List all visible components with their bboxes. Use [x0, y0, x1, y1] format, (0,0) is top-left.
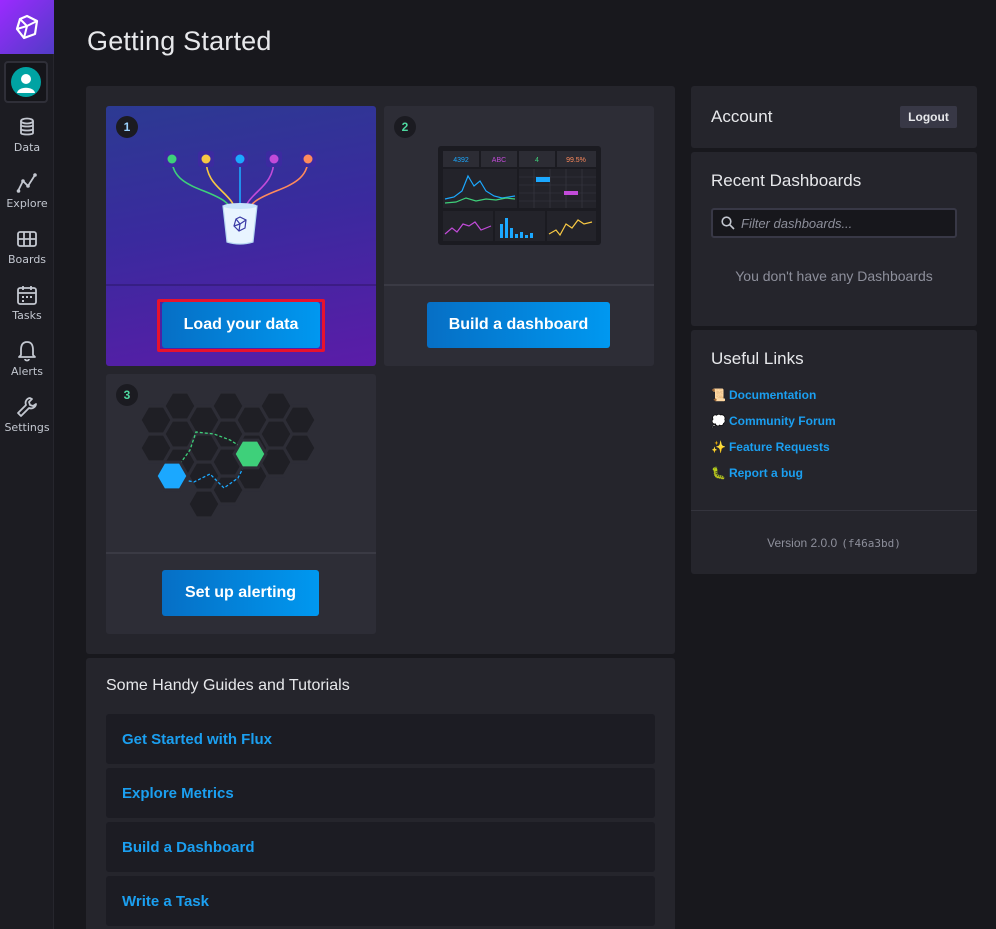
load-data-card: 1 Load your data: [106, 106, 376, 366]
avatar: [11, 67, 41, 97]
nav-label-tasks: Tasks: [12, 309, 42, 322]
nav-label-boards: Boards: [7, 253, 47, 266]
step-number-badge: 1: [116, 116, 138, 138]
preview-stat-3: 4: [535, 157, 539, 164]
nav-label-alerts: Alerts: [11, 365, 43, 378]
hexagon-cell: [282, 404, 318, 436]
bug-icon: 🐛: [711, 466, 726, 480]
calendar-icon: [17, 286, 37, 305]
page-title: Getting Started: [87, 26, 272, 56]
scroll-icon: 📜: [711, 388, 726, 402]
hexagon-cell: [282, 432, 318, 464]
nav-item-data[interactable]: Data: [0, 107, 54, 163]
sparkles-icon: ✨: [711, 440, 726, 454]
link-label: Feature Requests: [728, 440, 830, 454]
hexagon-cell: [232, 438, 268, 470]
preview-stat-4: 99.5%: [566, 157, 586, 164]
filter-dashboards-field[interactable]: [711, 208, 957, 238]
logout-button[interactable]: Logout: [900, 106, 957, 128]
nav-label-explore: Explore: [6, 197, 48, 210]
setup-alerting-card: 3 Set up alerting: [106, 374, 376, 634]
link-label: Documentation: [728, 388, 817, 402]
link-label: Community Forum: [728, 414, 836, 428]
documentation-link[interactable]: 📜 Documentation: [711, 386, 816, 404]
getting-started-panel: 1 Load your data 4392 ABC 4 99.5% 2 Buil…: [86, 86, 675, 654]
community-forum-link[interactable]: 💭 Community Forum: [711, 412, 836, 430]
guide-link-explore-metrics[interactable]: Explore Metrics: [106, 768, 655, 818]
guide-link-flux[interactable]: Get Started with Flux: [106, 714, 655, 764]
step-number-badge: 3: [116, 384, 138, 406]
recent-dashboards-panel: Recent Dashboards You don't have any Das…: [691, 152, 977, 326]
useful-links-panel: Useful Links 📜 Documentation 💭 Community…: [691, 330, 977, 574]
database-icon: [20, 117, 34, 136]
dashboard-preview-illustration: 4392 ABC 4 99.5%: [438, 146, 601, 245]
card-divider: [384, 284, 654, 286]
card-divider: [106, 552, 376, 554]
link-label: Report a bug: [728, 466, 803, 480]
graph-icon: [16, 173, 37, 193]
version-info: Version 2.0.0 (f46a3bd): [691, 536, 977, 550]
report-bug-link[interactable]: 🐛 Report a bug: [711, 464, 803, 482]
nav-item-settings[interactable]: Settings: [0, 387, 54, 443]
thought-bubble-icon: 💭: [711, 414, 726, 428]
nav-label-data: Data: [13, 141, 41, 154]
search-icon: [721, 216, 735, 230]
filter-dashboards-input[interactable]: [741, 215, 941, 231]
nav-item-explore[interactable]: Explore: [0, 163, 54, 219]
hexagon-cell: [154, 460, 190, 492]
account-title: Account: [711, 107, 773, 126]
guide-link-write-task[interactable]: Write a Task: [106, 876, 655, 926]
influx-cuboid-icon: [15, 14, 39, 40]
build-dashboard-card: 4392 ABC 4 99.5% 2 Build a dashboard: [384, 106, 654, 366]
nav-item-tasks[interactable]: Tasks: [0, 275, 54, 331]
user-icon: [17, 74, 35, 93]
hexagon-alert-illustration: [138, 390, 318, 520]
guides-panel: Some Handy Guides and Tutorials Get Star…: [86, 658, 675, 929]
empty-dashboards-message: You don't have any Dashboards: [735, 268, 933, 284]
nav-label-settings: Settings: [4, 421, 50, 434]
user-avatar-button[interactable]: [4, 61, 48, 103]
set-up-alerting-button[interactable]: Set up alerting: [162, 570, 319, 616]
version-label: Version 2.0.0: [767, 536, 838, 550]
account-panel: Account Logout: [691, 86, 977, 148]
build-dashboard-button[interactable]: Build a dashboard: [427, 302, 610, 348]
nav-item-boards[interactable]: Boards: [0, 219, 54, 275]
recent-dashboards-title: Recent Dashboards: [711, 171, 862, 190]
wrench-icon: [17, 397, 37, 417]
guide-link-build-dashboard[interactable]: Build a Dashboard: [106, 822, 655, 872]
card-divider: [106, 284, 376, 286]
sidebar: Data Explore Boards Tasks Alerts Setting…: [0, 0, 54, 929]
useful-links-title: Useful Links: [711, 349, 804, 368]
guides-title: Some Handy Guides and Tutorials: [106, 677, 350, 694]
data-bucket-illustration: [164, 151, 316, 245]
step-number-badge: 2: [394, 116, 416, 138]
feature-requests-link[interactable]: ✨ Feature Requests: [711, 438, 830, 456]
dashboard-grid-icon: [17, 231, 37, 247]
influxdb-logo[interactable]: [0, 0, 54, 54]
version-hash: (f46a3bd): [841, 537, 901, 550]
bell-icon: [18, 341, 36, 362]
divider: [691, 510, 977, 511]
load-your-data-button[interactable]: Load your data: [162, 302, 320, 348]
nav-item-alerts[interactable]: Alerts: [0, 331, 54, 387]
preview-stat-1: 4392: [453, 157, 469, 164]
preview-stat-2: ABC: [492, 157, 506, 164]
